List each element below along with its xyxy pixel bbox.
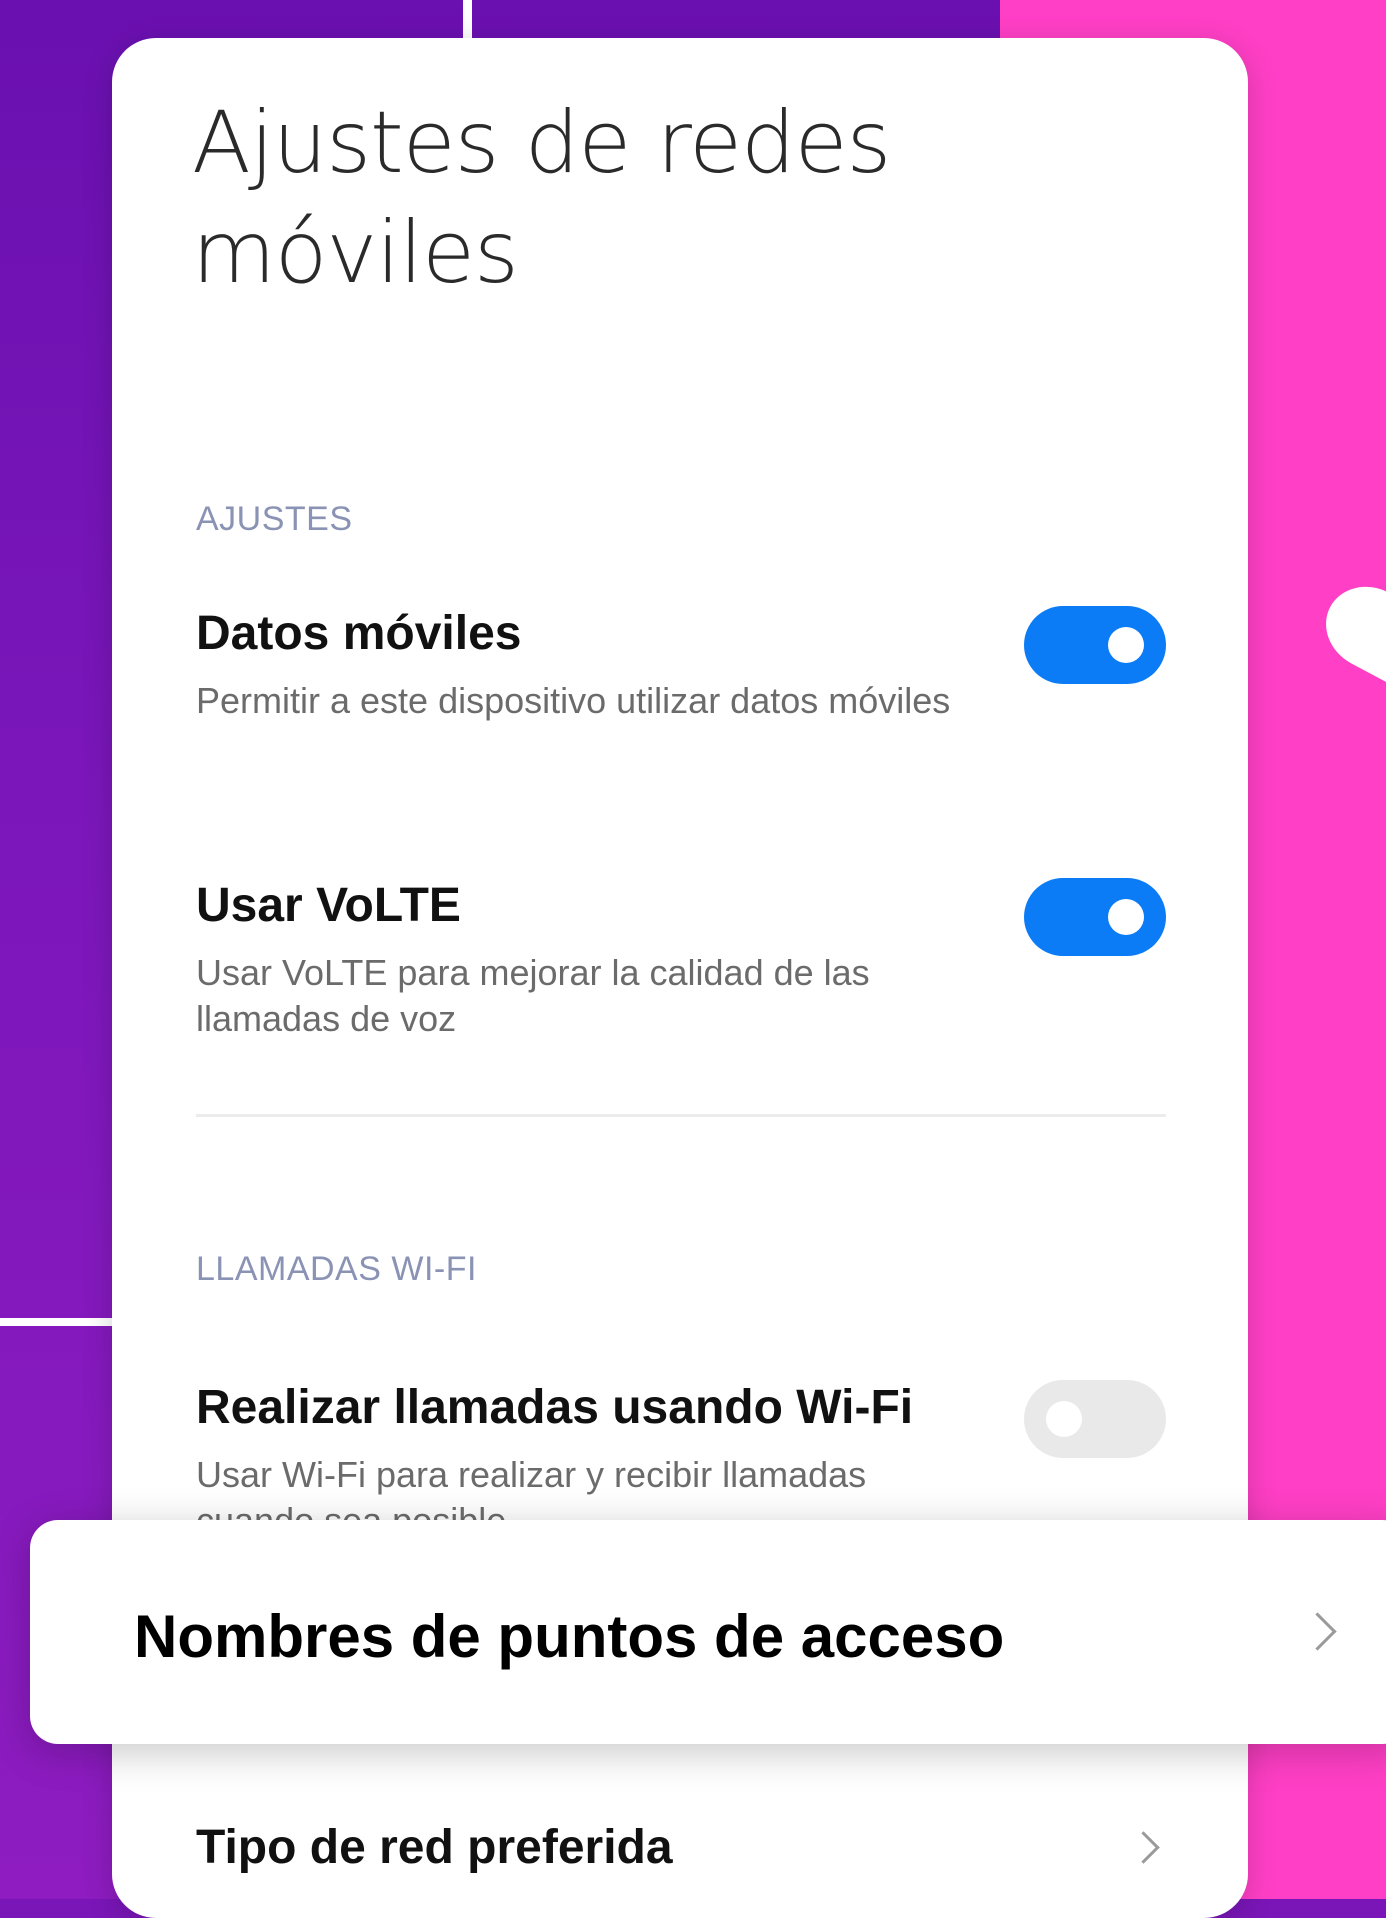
divider [196,1114,1166,1117]
row-title: Datos móviles [196,607,522,660]
volte-toggle[interactable] [1024,878,1166,956]
row-title: Usar VoLTE [196,879,461,932]
access-point-names-item[interactable]: Nombres de puntos de acceso [30,1520,1386,1744]
wifi-calling-toggle[interactable] [1024,1380,1166,1458]
decorative-line-horizontal [0,1318,120,1326]
toggle-knob [1108,899,1144,935]
row-subtitle: Permitir a este dispositivo utilizar dat… [196,680,951,721]
decorative-line-vertical [463,0,472,40]
toggle-knob [1108,627,1144,663]
row-title: Realizar llamadas usando Wi-Fi [196,1381,914,1434]
chevron-right-icon [1298,1612,1337,1651]
row-subtitle: Usar VoLTE para mejorar la calidad de la… [196,952,870,1039]
section-label-settings: AJUSTES [196,500,353,538]
toggle-knob [1046,1401,1082,1437]
page-title: Ajustes de redes móviles [192,93,891,303]
mobile-data-toggle[interactable] [1024,606,1166,684]
access-point-names-label: Nombres de puntos de acceso [134,1603,1005,1670]
chevron-right-icon [1127,1831,1160,1864]
section-label-wifi-calls: LLAMADAS WI-FI [196,1250,477,1288]
row-title: Tipo de red preferida [196,1821,673,1874]
